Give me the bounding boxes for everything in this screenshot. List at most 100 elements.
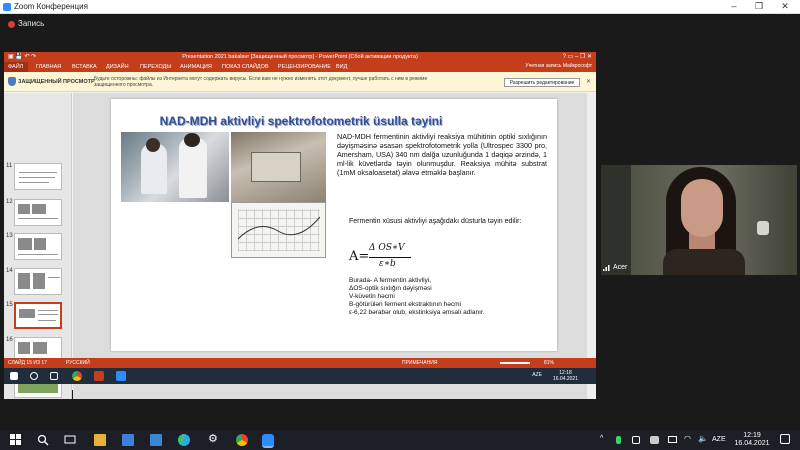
shield-icon	[8, 77, 16, 86]
thumb-number: 15	[6, 302, 13, 308]
thumb-number: 12	[6, 199, 13, 205]
chrome-icon[interactable]	[72, 371, 82, 381]
edge-icon[interactable]	[178, 434, 190, 446]
protected-view-bar: ЗАЩИЩЕННЫЙ ПРОСМОТР Будьте осторожны: фа…	[4, 72, 596, 92]
zoom-slider[interactable]	[500, 362, 530, 364]
windows-start-icon[interactable]	[10, 372, 18, 380]
enable-editing-button[interactable]: Разрешить редактирование	[504, 78, 580, 87]
settings-gear-icon[interactable]: ⚙	[208, 432, 220, 445]
ppt-titlebar: ▣ 💾 ↶ ↷ Presentation 2021 bakalavr [Защи…	[4, 52, 596, 62]
slide-thumbnail-15[interactable]	[14, 302, 62, 329]
thumb-number: 14	[6, 268, 13, 274]
file-explorer-icon[interactable]	[94, 434, 106, 446]
task-view-icon[interactable]	[50, 372, 58, 380]
language-indicator[interactable]: РУССКИЙ	[66, 360, 90, 366]
definition-line: Burada- A fermentin aktivliyi,	[349, 277, 432, 284]
slide-title: NAD-MDH aktivliyi spektrofotometrik üsul…	[159, 114, 443, 128]
tab-insert[interactable]: ВСТАВКА	[72, 64, 97, 70]
chrome-icon[interactable]	[236, 434, 248, 446]
zoom-app-icon[interactable]	[116, 371, 126, 381]
slide-paragraph-formula-intro: Fermentin xüsusi aktivliyi aşağıdakı düs…	[349, 218, 522, 225]
remote-date: 16.04.2021	[552, 376, 578, 382]
slide-thumbnails-pane: 11 12 13 14 15 16 17	[4, 93, 72, 399]
definition-line: B-götürülən ferment ekstraktının həcmi	[349, 301, 461, 308]
slide-editor-area: NAD-MDH aktivliyi spektrofotometrik üsul…	[73, 93, 593, 399]
wifi-icon[interactable]: ◠	[684, 434, 691, 443]
battery-icon[interactable]	[668, 436, 677, 443]
zoom-app-icon[interactable]	[262, 434, 274, 448]
tab-design[interactable]: ДИЗАЙН	[106, 64, 129, 70]
account-label[interactable]: Учетная запись Майкрософт	[525, 63, 592, 69]
spectrophotometer-photo	[231, 132, 326, 202]
minimize-button[interactable]: –	[727, 1, 741, 11]
clock-date: 16.04.2021	[734, 440, 770, 447]
remote-taskbar: AZE 12:18 16.04.2021	[4, 368, 596, 384]
microphone-icon[interactable]	[616, 436, 621, 444]
tray-chevron-icon[interactable]: ^	[600, 435, 603, 442]
protected-view-message: Будьте осторожны: файлы из Интернета мог…	[94, 76, 428, 88]
tab-file[interactable]: ФАЙЛ	[4, 62, 28, 72]
participant-video[interactable]	[601, 165, 797, 275]
window-title: Zoom Конференция	[14, 2, 88, 11]
definition-line: V-küvetin həcmi	[349, 293, 395, 300]
windows-taskbar: ⚙ ^ ◠ 🔈 AZE 12:19 16.04.2021	[0, 430, 800, 450]
system-clock[interactable]: 12:19 16.04.2021	[732, 432, 772, 448]
maximize-button[interactable]: ❐	[752, 1, 766, 12]
search-icon[interactable]	[37, 434, 49, 446]
lab-photo	[121, 132, 229, 202]
definition-line: ΔOS-optik sıxlığın dəyişməsi	[349, 285, 432, 292]
slide-canvas[interactable]: NAD-MDH aktivliyi spektrofotometrik üsul…	[111, 99, 557, 351]
thumb-number: 11	[6, 163, 13, 169]
search-icon[interactable]	[30, 372, 38, 380]
mail-icon[interactable]	[150, 434, 162, 446]
thumb-number: 16	[6, 337, 13, 343]
store-icon[interactable]	[122, 434, 134, 446]
slide-thumbnail-13[interactable]	[14, 233, 62, 260]
protected-view-title: ЗАЩИЩЕННЫЙ ПРОСМОТР	[18, 79, 95, 85]
shared-screen-powerpoint: ▣ 💾 ↶ ↷ Presentation 2021 bakalavr [Защи…	[4, 52, 596, 399]
tab-slideshow[interactable]: ПОКАЗ СЛАЙДОВ	[222, 64, 269, 70]
remote-language-indicator[interactable]: AZE	[532, 372, 542, 378]
zoom-percent[interactable]: 81%	[544, 360, 554, 366]
formula-numerator: Δ OS∗V	[369, 243, 405, 253]
activity-formula: A= Δ OS∗V ε∗b	[349, 243, 411, 269]
formula-definitions: Burada- A fermentin aktivliyi, ΔOS-optik…	[349, 277, 549, 317]
volume-icon[interactable]: 🔈	[698, 434, 708, 443]
recording-label[interactable]: Запись	[18, 19, 44, 28]
zoom-titlebar: Zoom Конференция – ❐ ✕	[0, 0, 800, 14]
slide-thumbnail-12[interactable]	[14, 199, 62, 226]
close-button[interactable]: ✕	[778, 1, 792, 12]
slide-thumbnail-14[interactable]	[14, 268, 62, 295]
tab-home[interactable]: ГЛАВНАЯ	[36, 64, 61, 70]
slide-paragraph-method: NAD-MDH fermentinin aktivliyi reaksiya m…	[337, 132, 547, 177]
formula-denominator: ε∗b	[379, 259, 396, 269]
onedrive-icon[interactable]	[650, 436, 659, 444]
close-icon[interactable]: ✕	[586, 78, 591, 85]
tab-transitions[interactable]: ПЕРЕХОДЫ	[140, 64, 171, 70]
tab-view[interactable]: ВИД	[336, 64, 347, 70]
ppt-ribbon-tabs: ФАЙЛ ГЛАВНАЯ ВСТАВКА ДИЗАЙН ПЕРЕХОДЫ АНИ…	[4, 62, 596, 72]
recording-icon	[8, 21, 15, 28]
ppt-window-controls[interactable]: ? ▭ – ❐ ✕	[563, 53, 592, 60]
thumb-number: 13	[6, 233, 13, 239]
participant-name: Acer	[613, 264, 628, 271]
slide-thumbnail-11[interactable]	[14, 163, 62, 190]
clock-time: 12:19	[743, 432, 761, 439]
printout-curve	[238, 216, 320, 240]
graph-printout-image	[231, 202, 326, 258]
tab-animation[interactable]: АНИМАЦИЯ	[180, 64, 212, 70]
tab-review[interactable]: РЕЦЕНЗИРОВАНИЕ	[278, 64, 331, 70]
powerpoint-icon[interactable]	[94, 371, 104, 381]
zoom-logo-icon	[3, 3, 11, 11]
notifications-icon[interactable]	[780, 434, 790, 444]
windows-start-icon[interactable]	[10, 434, 22, 446]
notes-button[interactable]: ПРИМЕЧАНИЯ	[402, 360, 438, 366]
signal-bars-icon	[603, 265, 610, 271]
language-indicator[interactable]: AZE	[712, 436, 726, 443]
definition-line: ε-6,22 bərabər olub, ekstinksiya əmsalı …	[349, 309, 485, 316]
remote-clock[interactable]: 12:18 16.04.2021	[553, 370, 578, 382]
vertical-scrollbar[interactable]	[587, 93, 596, 399]
task-view-icon[interactable]	[64, 434, 76, 446]
ppt-status-bar: СЛАЙД 15 ИЗ 17 РУССКИЙ ПРИМЕЧАНИЯ 81%	[4, 358, 596, 368]
meet-now-icon[interactable]	[632, 436, 640, 444]
